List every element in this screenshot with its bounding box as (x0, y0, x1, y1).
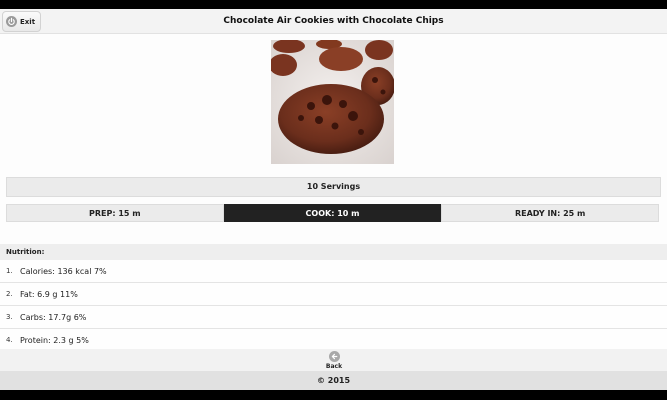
footer-nav: Back (0, 349, 667, 371)
back-label: Back (325, 363, 343, 370)
nutrition-heading: Nutrition: (0, 244, 667, 260)
header-bar: Chocolate Air Cookies with Chocolate Chi… (0, 9, 667, 34)
nutrition-list: 1. Calories: 136 kcal 7% 2. Fat: 6.9 g 1… (0, 260, 667, 352)
time-segments: PREP: 15 m COOK: 10 m READY IN: 25 m (6, 204, 660, 222)
item-number: 1. (6, 267, 13, 275)
prep-time-segment[interactable]: PREP: 15 m (6, 204, 224, 222)
nutrition-item: 2. Fat: 6.9 g 11% (0, 283, 667, 306)
item-text: Protein: 2.3 g 5% (20, 335, 89, 345)
ready-time-segment[interactable]: READY IN: 25 m (441, 204, 660, 222)
item-text: Calories: 136 kcal 7% (20, 266, 107, 276)
nutrition-item: 1. Calories: 136 kcal 7% (0, 260, 667, 283)
item-number: 3. (6, 313, 13, 321)
nutrition-item: 3. Carbs: 17.7g 6% (0, 306, 667, 329)
item-text: Carbs: 17.7g 6% (20, 312, 87, 322)
item-number: 4. (6, 336, 13, 344)
exit-label: Exit (20, 17, 36, 26)
page-title: Chocolate Air Cookies with Chocolate Chi… (223, 16, 444, 26)
item-text: Fat: 6.9 g 11% (20, 289, 78, 299)
copyright-footer: © 2015 (0, 371, 667, 390)
back-arrow-icon (328, 351, 340, 362)
recipe-content: 10 Servings PREP: 15 m COOK: 10 m READY … (0, 34, 667, 352)
cook-time-segment[interactable]: COOK: 10 m (223, 204, 442, 222)
app-screen: Chocolate Air Cookies with Chocolate Chi… (0, 9, 667, 390)
exit-button[interactable]: Exit (2, 11, 42, 32)
cookie-photo (271, 40, 394, 164)
item-number: 2. (6, 290, 13, 298)
back-button[interactable]: Back (322, 351, 346, 371)
power-icon (6, 16, 17, 27)
servings-bar: 10 Servings (6, 177, 661, 197)
